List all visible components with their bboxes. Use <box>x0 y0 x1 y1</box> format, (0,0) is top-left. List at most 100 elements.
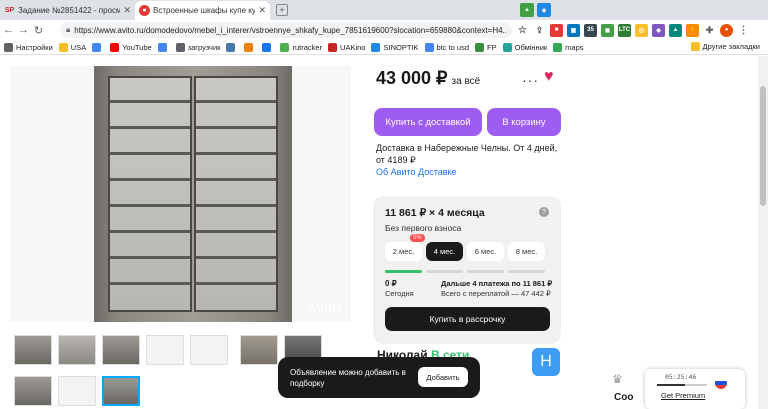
thumbnail[interactable] <box>146 335 184 365</box>
profile-icon[interactable]: ● <box>720 23 733 37</box>
door-stripe <box>110 256 190 259</box>
bookmark-item[interactable]: Настройки <box>4 42 53 52</box>
extension-icon[interactable]: ▣ <box>567 23 580 37</box>
puzzle-icon[interactable]: ✚ <box>703 23 716 37</box>
reload-icon[interactable]: ↻ <box>32 23 45 37</box>
bookmark-item[interactable] <box>226 42 238 52</box>
extension-icon[interactable]: ↑ <box>686 23 699 37</box>
bookmark-item[interactable]: FP <box>475 42 497 52</box>
address-bar[interactable]: 🔒︎ https://www.avito.ru/domodedovo/mebel… <box>60 22 512 38</box>
get-premium-link[interactable]: Get Premium <box>661 391 705 400</box>
bookmark-item[interactable]: YouTube <box>110 42 152 52</box>
new-tab-icon[interactable]: + <box>276 4 288 16</box>
term-option[interactable]: 6 мес. <box>467 242 504 261</box>
bookmark-item[interactable] <box>157 42 170 52</box>
bookmark-item[interactable]: maps <box>553 42 584 52</box>
total-with-overpay: Всего с переплатой — 47 442 ₽ <box>441 289 551 298</box>
thumbnail[interactable] <box>58 335 96 365</box>
gear-icon <box>4 42 13 52</box>
extension-icon[interactable]: ■ <box>550 23 563 37</box>
thumbnail[interactable] <box>240 335 278 365</box>
close-icon[interactable]: ✕ <box>123 5 131 16</box>
bookmark-item[interactable] <box>262 42 274 52</box>
forward-arrow-icon[interactable]: → <box>17 23 30 37</box>
youtube-icon <box>110 42 120 52</box>
buy-installment-button[interactable]: Купить в рассрочку <box>385 307 550 331</box>
extension-icon[interactable]: ◼ <box>601 23 614 37</box>
close-icon[interactable]: ✕ <box>258 5 266 16</box>
address-url[interactable]: https://www.avito.ru/domodedovo/mebel_i_… <box>74 26 506 35</box>
thumbnail[interactable] <box>58 376 96 406</box>
price-suffix: за всё <box>451 76 481 87</box>
delivery-info: Доставка в Набережные Челны. От 4 дней, … <box>376 143 558 165</box>
extension-icon[interactable]: ◎ <box>635 23 648 37</box>
bookmark-label: UAKino <box>340 42 366 52</box>
bookmark-item[interactable]: rutracker <box>280 42 322 52</box>
bookmark-item[interactable]: UAKino <box>328 42 366 52</box>
bookmark-item[interactable]: USA <box>58 42 86 52</box>
door-stripe <box>196 178 276 181</box>
add-to-collection-button[interactable]: Добавить <box>418 367 468 387</box>
later-payments-value: Дальше 4 платежа по 11 861 ₽ <box>441 279 553 288</box>
avatar[interactable]: Н <box>532 348 560 376</box>
more-options-icon[interactable]: ··· <box>522 72 539 88</box>
scrollbar-thumb[interactable] <box>760 86 766 206</box>
tab-avito[interactable]: ● Встроенные шкафы купе купить ✕ <box>135 1 270 20</box>
folder-icon <box>58 42 68 52</box>
bookmark-item[interactable] <box>244 42 256 52</box>
installment-subtitle: Без первого взноса <box>385 223 462 233</box>
rutracker-icon <box>280 42 290 52</box>
thumbnail[interactable] <box>14 376 52 406</box>
page-scrollbar[interactable] <box>758 56 768 409</box>
extension-icon[interactable]: ▲ <box>669 23 682 37</box>
thumbnail[interactable] <box>14 335 52 365</box>
thumbnail-selected[interactable] <box>102 376 140 406</box>
door-stripe <box>196 204 276 207</box>
bookmark-item[interactable]: загрузчик <box>175 42 220 52</box>
extension-icon[interactable]: ◆ <box>652 23 665 37</box>
back-arrow-icon[interactable]: ← <box>2 23 15 37</box>
toast-text: Объявление можно добавить в подборку <box>290 368 406 388</box>
ok-icon <box>244 42 254 52</box>
buy-with-delivery-button[interactable]: Купить с доставкой <box>374 108 482 136</box>
term-option[interactable]: 8 мес. <box>508 242 545 261</box>
timer-readout: 05:25:46 <box>665 373 697 381</box>
tab-task[interactable]: SP Задание №2851422 - просмотр з ✕ <box>0 1 135 20</box>
photo-gallery[interactable]: Avito <box>10 66 351 322</box>
progress-segment <box>467 270 504 273</box>
door-stripe <box>196 152 276 155</box>
door-stripe <box>110 204 190 207</box>
menu-dots-icon[interactable]: ⋮ <box>737 23 750 37</box>
bookmark-item[interactable]: btc to usd <box>424 42 469 52</box>
sp-favicon-icon: SP <box>4 7 15 14</box>
term-option[interactable]: 2 мес. <box>385 242 422 261</box>
bookmark-label: maps <box>565 42 584 52</box>
bookmark-item[interactable]: SINOPTIK <box>371 42 419 52</box>
share-icon[interactable]: ⇪ <box>533 23 546 37</box>
extension-icon[interactable]: ▲ <box>520 3 534 17</box>
extension-icon[interactable]: ◆ <box>537 3 551 17</box>
folder-icon <box>690 42 700 51</box>
main-photo[interactable] <box>94 66 292 322</box>
thumbnail[interactable] <box>190 335 228 365</box>
exchange-icon <box>502 42 512 52</box>
russia-flag-icon[interactable] <box>715 377 727 389</box>
installment-card: 11 861 ₽ × 4 месяца Без первого взноса ?… <box>373 196 561 344</box>
bookmark-item[interactable] <box>92 42 104 52</box>
other-bookmarks[interactable]: Другие закладки <box>690 42 760 51</box>
extension-icon[interactable]: LTC <box>618 23 631 37</box>
extension-icon[interactable]: 35 <box>584 23 597 37</box>
thumbnail[interactable] <box>102 335 140 365</box>
add-to-cart-button[interactable]: В корзину <box>487 108 561 136</box>
about-delivery-link[interactable]: Об Авито Доставке <box>376 167 457 177</box>
help-icon[interactable]: ? <box>539 207 549 217</box>
heart-icon[interactable]: ♥ <box>544 68 554 86</box>
star-icon[interactable]: ☆ <box>516 23 529 37</box>
other-bookmarks-label: Другие закладки <box>702 42 760 51</box>
bookmark-item[interactable]: Обмінник <box>502 42 547 52</box>
term-option-selected[interactable]: 4 мес. <box>426 242 463 261</box>
lock-icon: 🔒︎ <box>66 25 71 34</box>
uakino-icon <box>328 42 338 52</box>
browser-toolbar: ← → ↻ 🔒︎ https://www.avito.ru/domodedovo… <box>0 20 768 40</box>
timer-progress <box>657 384 707 386</box>
